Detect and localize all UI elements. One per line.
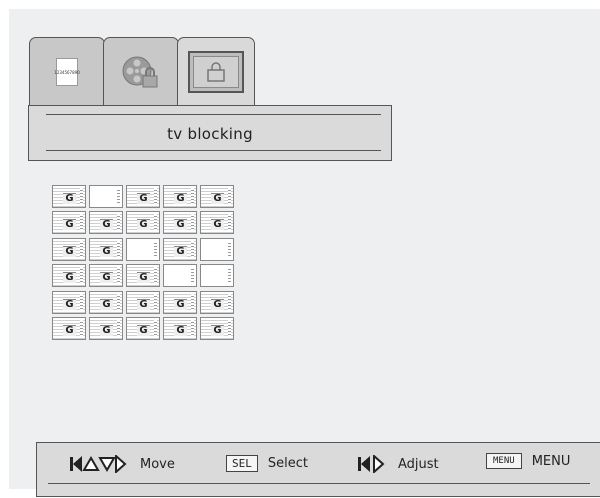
sel-key: SEL: [226, 455, 258, 472]
menu-label: MENU: [531, 453, 571, 469]
rating-label: G: [174, 219, 187, 231]
select-hint: SEL Select: [226, 455, 308, 472]
osd-screen: 1234567890 tv blocking G G G G G G G G G…: [9, 9, 600, 497]
arrow-keys-icon: [68, 455, 130, 473]
tab-channel[interactable]: 1234567890: [29, 37, 105, 106]
menu-hint: MENU MENU: [486, 453, 570, 469]
rating-label: G: [100, 324, 113, 336]
select-label: Select: [267, 456, 308, 471]
rating-cell-blocked[interactable]: G: [163, 185, 197, 208]
rating-label: G: [137, 219, 150, 231]
rating-cell-blocked[interactable]: G: [200, 211, 234, 235]
rating-cell-blocked[interactable]: G: [126, 264, 160, 288]
rating-label: G: [63, 193, 76, 204]
rating-label: G: [211, 324, 224, 336]
rating-cell-blocked[interactable]: G: [89, 290, 123, 314]
rating-cell-blocked[interactable]: G: [52, 185, 86, 208]
rating-label: G: [211, 298, 224, 310]
rating-label: G: [174, 245, 187, 257]
rating-label: G: [63, 324, 76, 336]
rating-cell-blocked[interactable]: G: [126, 316, 160, 340]
rating-cell-blocked[interactable]: G: [163, 237, 197, 261]
rating-cell-empty[interactable]: [126, 237, 160, 261]
page-title: tv blocking: [167, 125, 253, 143]
left-right-arrows-icon: [356, 455, 388, 473]
adjust-hint: Adjust: [356, 455, 439, 473]
rating-cell-empty[interactable]: [200, 264, 234, 288]
title-panel: tv blocking: [28, 105, 392, 161]
rating-label: G: [100, 245, 113, 257]
rating-cell-blocked[interactable]: G: [52, 237, 86, 261]
rating-label: G: [63, 272, 76, 284]
rating-label: G: [137, 324, 150, 336]
rating-grid: G G G G G G G G G G G G G G G G G G G G G G G G G: [51, 184, 236, 342]
adjust-label: Adjust: [398, 456, 439, 472]
rating-cell-blocked[interactable]: G: [52, 264, 86, 288]
rating-cell-empty[interactable]: [89, 185, 123, 208]
numpad-digit: 0: [77, 69, 80, 75]
rating-cell-blocked[interactable]: G: [163, 290, 197, 314]
rating-label: G: [63, 219, 76, 231]
tab-ratings[interactable]: [177, 37, 255, 106]
rating-cell-blocked[interactable]: G: [126, 185, 160, 208]
rating-cell-blocked[interactable]: G: [52, 290, 86, 314]
rating-cell-blocked[interactable]: G: [200, 290, 234, 314]
rating-cell-blocked[interactable]: G: [126, 211, 160, 235]
tv-lock-icon: [188, 51, 244, 93]
rating-label: G: [63, 245, 76, 257]
move-hint: Move: [68, 455, 175, 473]
rating-label: G: [174, 324, 187, 336]
rating-cell-empty[interactable]: [200, 237, 234, 261]
rating-label: G: [174, 193, 187, 204]
tab-setup[interactable]: [103, 37, 179, 106]
rating-label: G: [174, 298, 187, 310]
rating-cell-blocked[interactable]: G: [126, 290, 160, 314]
numpad-icon: 1234567890: [54, 58, 80, 86]
rating-label: G: [137, 298, 150, 310]
rating-label: G: [63, 298, 76, 310]
rating-label: G: [137, 272, 150, 284]
rating-cell-blocked[interactable]: G: [200, 316, 234, 340]
rating-cell-blocked[interactable]: G: [163, 316, 197, 340]
rating-label: G: [100, 219, 113, 231]
rating-cell-blocked[interactable]: G: [52, 211, 86, 235]
rating-cell-blocked[interactable]: G: [89, 237, 123, 261]
film-reel-lock-icon: [120, 54, 162, 90]
rating-cell-blocked[interactable]: G: [163, 211, 197, 235]
rating-label: G: [211, 193, 224, 204]
rating-label: G: [100, 298, 113, 310]
rating-label: G: [137, 193, 150, 204]
rating-label: G: [100, 272, 113, 284]
rating-cell-blocked[interactable]: G: [89, 316, 123, 340]
move-label: Move: [140, 456, 175, 472]
rating-cell-blocked[interactable]: G: [89, 264, 123, 288]
button-legend: Move SEL Select Adjust MENU MENU: [36, 442, 600, 497]
rating-cell-blocked[interactable]: G: [52, 316, 86, 340]
rating-cell-blocked[interactable]: G: [89, 211, 123, 235]
rating-cell-blocked[interactable]: G: [200, 185, 234, 208]
menu-key: MENU: [486, 453, 522, 469]
rating-label: G: [211, 219, 224, 231]
rating-cell-empty[interactable]: [163, 264, 197, 288]
